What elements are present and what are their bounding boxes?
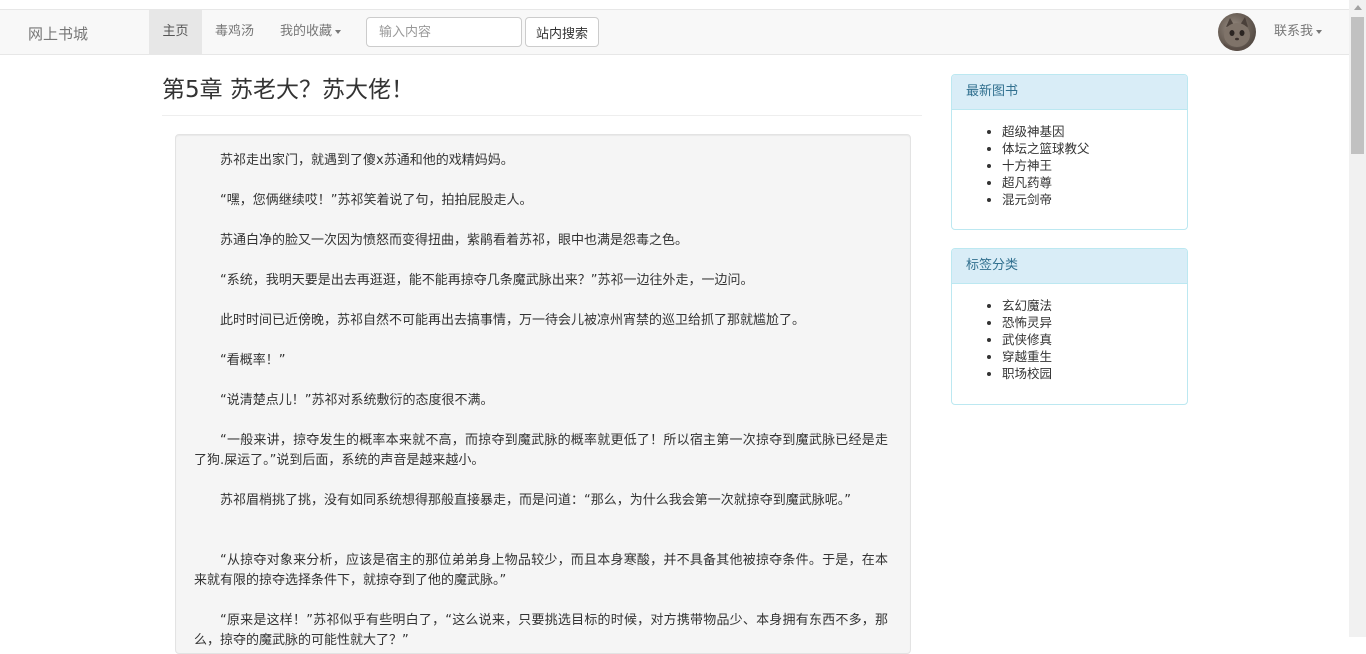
latest-books-panel: 最新图书 超级神基因 体坛之篮球教父 十方神王 超凡药尊 混元剑帝 [951,74,1188,230]
chapter-paragraph: 苏祁走出家门，就遇到了傻x苏通和他的戏精妈妈。 [220,153,514,168]
chapter-paragraph: “原来是这样！”苏祁似乎有些明白了，“这么说来，只要挑选目标的时候，对方携带物品… [194,613,888,648]
site-brand[interactable]: 网上书城 [28,23,88,44]
site-search-button[interactable]: 站内搜索 [525,17,599,47]
tag-link[interactable]: 玄幻魔法 [1002,297,1187,314]
nav-item-home[interactable]: 主页 [149,10,202,54]
chapter-paragraph: “一般来讲，掠夺发生的概率本来就不高，而掠夺到魔武脉的概率就更低了！所以宿主第一… [194,433,888,468]
scrollbar-thumb[interactable] [1351,17,1364,154]
nav-item-home-label: 主页 [162,24,189,39]
tag-categories-heading: 标签分类 [952,249,1187,284]
chapter-title: 第5章 苏老大？苏大佬！ [162,77,414,103]
tag-categories-list: 玄幻魔法 恐怖灵异 武侠修真 穿越重生 职场校园 [952,284,1187,382]
latest-books-list: 超级神基因 体坛之篮球教父 十方神王 超凡药尊 混元剑帝 [952,110,1187,208]
nav-item-favorites-label: 我的收藏 [280,24,333,39]
book-link[interactable]: 十方神王 [1002,157,1187,174]
nav-item-chicken-soup[interactable]: 毒鸡汤 [215,10,254,54]
cat-avatar-icon [1224,17,1250,51]
scroll-up-arrow-icon[interactable] [1354,5,1362,10]
contact-label: 联系我 [1274,24,1314,39]
tag-link[interactable]: 恐怖灵异 [1002,314,1187,331]
search-input[interactable] [366,17,522,47]
book-link[interactable]: 混元剑帝 [1002,191,1187,208]
latest-books-heading: 最新图书 [952,75,1187,110]
chapter-paragraph: 苏通白净的脸又一次因为愤怒而变得扭曲，紫鹃看着苏祁，眼中也满是怨毒之色。 [220,233,689,248]
tag-link[interactable]: 职场校园 [1002,365,1187,382]
chapter-paragraph: “系统，我明天要是出去再逛逛，能不能再掠夺几条魔武脉出来？”苏祁一边往外走，一边… [220,273,754,288]
chapter-content: 苏祁走出家门，就遇到了傻x苏通和他的戏精妈妈。 “嘿，您俩继续哎！”苏祁笑着说了… [175,134,911,654]
caret-down-icon [1316,29,1323,34]
chapter-paragraph: 苏祁眉梢挑了挑，没有如同系统想得那般直接暴走，而是问道：“那么，为什么我会第一次… [220,493,851,508]
title-divider [162,115,922,116]
chapter-paragraph: 此时时间已近傍晚，苏祁自然不可能再出去搞事情，万一待会儿被凉州宵禁的巡卫给抓了那… [220,313,806,328]
chapter-paragraph: “从掠夺对象来分析，应该是宿主的那位弟弟身上物品较少，而且本身寒酸，并不具备其他… [194,553,888,588]
caret-down-icon [335,29,342,34]
book-link[interactable]: 超凡药尊 [1002,174,1187,191]
nav-item-favorites-dropdown[interactable]: 我的收藏 [280,10,342,54]
tag-link[interactable]: 武侠修真 [1002,331,1187,348]
chapter-paragraph: “看概率！” [220,353,286,368]
user-avatar[interactable] [1218,13,1256,51]
book-link[interactable]: 体坛之篮球教父 [1002,140,1187,157]
nav-item-chicken-soup-label: 毒鸡汤 [215,24,255,39]
tag-categories-panel: 标签分类 玄幻魔法 恐怖灵异 武侠修真 穿越重生 职场校园 [951,248,1188,405]
chapter-paragraph: “嘿，您俩继续哎！”苏祁笑着说了句，拍拍屁股走人。 [220,193,533,208]
contact-dropdown[interactable]: 联系我 [1274,10,1323,54]
book-link[interactable]: 超级神基因 [1002,123,1187,140]
chapter-paragraph: “说清楚点儿！”苏祁对系统敷衍的态度很不满。 [220,393,494,408]
top-navbar: 网上书城 主页 毒鸡汤 我的收藏 站内搜索 联系我 [0,9,1349,55]
tag-link[interactable]: 穿越重生 [1002,348,1187,365]
